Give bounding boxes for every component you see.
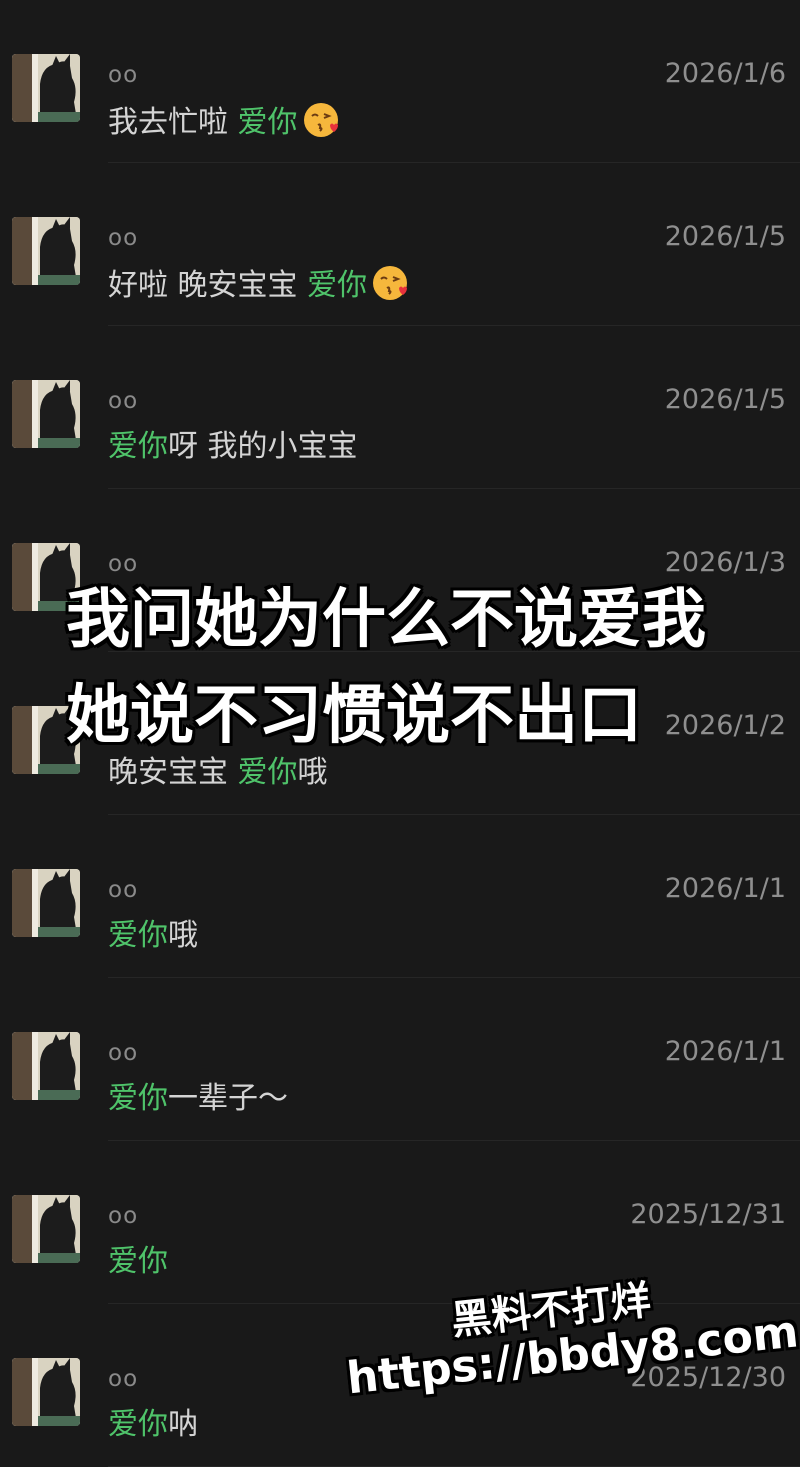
message-preview: 我去忙啦 爱你 [108, 101, 340, 143]
chat-row[interactable]: oo 2026/1/1 爱你哦 [0, 815, 800, 978]
contact-name: oo [108, 1366, 139, 1392]
overlay-caption: 我问她为什么不说爱我 她说不习惯说不出口 [66, 583, 706, 753]
love-text: 爱你 [108, 1407, 168, 1442]
contact-name: oo [108, 877, 139, 903]
message-preview: 爱你呀 我的小宝宝 [108, 427, 358, 467]
message-preview: 爱你哦 [108, 916, 198, 956]
avatar[interactable] [12, 1195, 80, 1263]
avatar[interactable] [12, 1032, 80, 1100]
message-date: 2025/12/31 [630, 1199, 786, 1230]
contact-name: oo [108, 1203, 139, 1229]
message-text: 好啦 晚安宝宝 [108, 268, 308, 303]
love-text: 爱你 [108, 918, 168, 953]
message-date: 2026/1/5 [664, 221, 786, 252]
message-text-suffix: 呀 我的小宝宝 [168, 429, 358, 464]
message-text-suffix: 哦 [168, 918, 198, 953]
avatar[interactable] [12, 1358, 80, 1426]
avatar[interactable] [12, 380, 80, 448]
love-text: 爱你 [237, 105, 298, 140]
love-text: 爱你 [108, 429, 168, 464]
avatar[interactable] [12, 217, 80, 285]
message-date: 2026/1/1 [664, 873, 786, 904]
message-preview: 爱你 [108, 1242, 168, 1282]
love-text: 爱你 [108, 1081, 168, 1116]
message-date: 2026/1/5 [664, 384, 786, 415]
message-preview: 爱你一辈子～ [108, 1079, 288, 1119]
message-date: 2026/1/1 [664, 1036, 786, 1067]
message-text: 我去忙啦 [108, 105, 238, 140]
avatar[interactable] [12, 869, 80, 937]
contact-name: oo [108, 62, 139, 88]
chat-row[interactable]: oo 2026/1/5 好啦 晚安宝宝 爱你 [0, 163, 800, 326]
kissing-heart-emoji-icon [302, 101, 340, 139]
chat-row[interactable]: oo 2026/1/6 我去忙啦 爱你 [0, 0, 800, 163]
message-text-suffix: 一辈子～ [168, 1081, 288, 1116]
contact-name: oo [108, 225, 139, 251]
kissing-heart-emoji-icon [371, 264, 409, 302]
avatar[interactable] [12, 54, 80, 122]
message-preview: 好啦 晚安宝宝 爱你 [108, 264, 409, 306]
love-text: 爱你 [307, 268, 368, 303]
chat-row[interactable]: oo 2026/1/5 爱你呀 我的小宝宝 [0, 326, 800, 489]
chat-row[interactable]: oo 2026/1/1 爱你一辈子～ [0, 978, 800, 1141]
message-preview: 爱你呐 [108, 1405, 198, 1445]
contact-name: oo [108, 1040, 139, 1066]
message-text-suffix: 呐 [168, 1407, 198, 1442]
love-text: 爱你 [108, 1244, 168, 1279]
contact-name: oo [108, 388, 139, 414]
message-date: 2026/1/6 [664, 58, 786, 89]
